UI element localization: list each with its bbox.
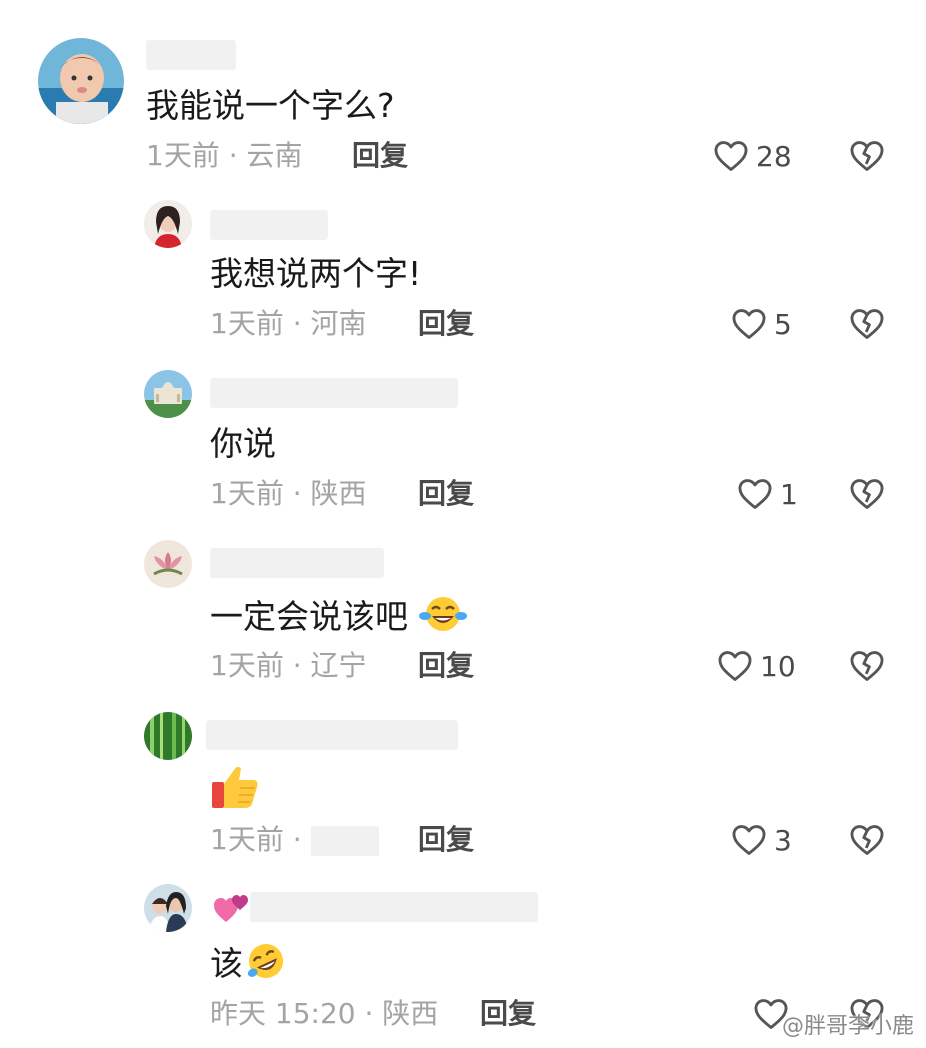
username-redacted — [210, 548, 384, 578]
comment-meta: 1天前 · 陕西 — [210, 477, 367, 510]
like-button[interactable]: 3 — [730, 820, 792, 860]
broken-heart-icon — [850, 141, 884, 171]
like-count: 28 — [756, 139, 792, 173]
comment-text: 该 — [210, 940, 289, 991]
reply-button[interactable]: 回复 — [418, 648, 474, 684]
avatar[interactable] — [144, 200, 192, 248]
like-button[interactable]: 10 — [716, 646, 796, 686]
broken-heart-icon — [850, 309, 884, 339]
comment-text-body: 该 — [210, 944, 243, 983]
username-redacted — [210, 210, 328, 240]
rolling-laughing-emoji — [243, 940, 289, 991]
heart-icon — [738, 479, 772, 509]
username-redacted — [210, 378, 458, 408]
broken-heart-icon — [850, 479, 884, 509]
username-redacted — [206, 720, 458, 750]
like-count: 10 — [760, 649, 796, 683]
like-count: 1 — [780, 477, 798, 511]
dislike-button[interactable] — [848, 647, 886, 685]
avatar[interactable] — [144, 370, 192, 418]
comment-meta: 1天前 · 河南 — [210, 307, 367, 340]
reply-button[interactable]: 回复 — [480, 996, 536, 1032]
like-count: 3 — [774, 823, 792, 857]
comment-text: 你说 — [210, 424, 276, 463]
heart-icon — [732, 309, 766, 339]
watermark: @胖哥李小鹿 — [781, 1014, 914, 1039]
comment-text — [210, 764, 260, 819]
comment-meta: 1天前 · 辽宁 — [210, 649, 367, 682]
heart-icon — [714, 141, 748, 171]
comment-meta: 1天前 · — [210, 822, 379, 858]
avatar[interactable] — [144, 540, 192, 588]
comment-meta: 1天前 · 云南 — [146, 139, 303, 172]
heart-icon — [732, 825, 766, 855]
dislike-button[interactable] — [848, 137, 886, 175]
comment-meta: 昨天 15:20 · 陕西 — [210, 997, 439, 1030]
two-hearts-emoji — [212, 892, 252, 932]
dislike-button[interactable] — [848, 475, 886, 513]
username-redacted — [250, 892, 538, 922]
broken-heart-icon — [850, 825, 884, 855]
like-button[interactable]: 5 — [730, 304, 792, 344]
tears-of-joy-emoji — [418, 594, 467, 643]
reply-button[interactable]: 回复 — [352, 138, 408, 174]
comment-text-body: 一定会说该吧 — [210, 597, 408, 636]
dislike-button[interactable] — [848, 305, 886, 343]
username-redacted — [146, 40, 236, 70]
reply-button[interactable]: 回复 — [418, 822, 474, 858]
heart-icon — [718, 651, 752, 681]
comment-time: 1天前 · — [210, 823, 302, 856]
comment-text: 我想说两个字! — [210, 254, 422, 293]
reply-button[interactable]: 回复 — [418, 476, 474, 512]
location-redacted — [310, 826, 379, 856]
comment-text: 一定会说该吧 — [210, 594, 467, 643]
thumbs-up-emoji — [210, 764, 260, 819]
like-button[interactable]: 1 — [736, 474, 798, 514]
like-button[interactable]: 28 — [712, 136, 792, 176]
like-count: 5 — [774, 307, 792, 341]
reply-button[interactable]: 回复 — [418, 306, 474, 342]
comment-text: 我能说一个字么? — [146, 86, 395, 125]
broken-heart-icon — [850, 651, 884, 681]
avatar[interactable] — [144, 712, 192, 760]
dislike-button[interactable] — [848, 821, 886, 859]
avatar[interactable] — [38, 38, 124, 124]
avatar[interactable] — [144, 884, 192, 932]
